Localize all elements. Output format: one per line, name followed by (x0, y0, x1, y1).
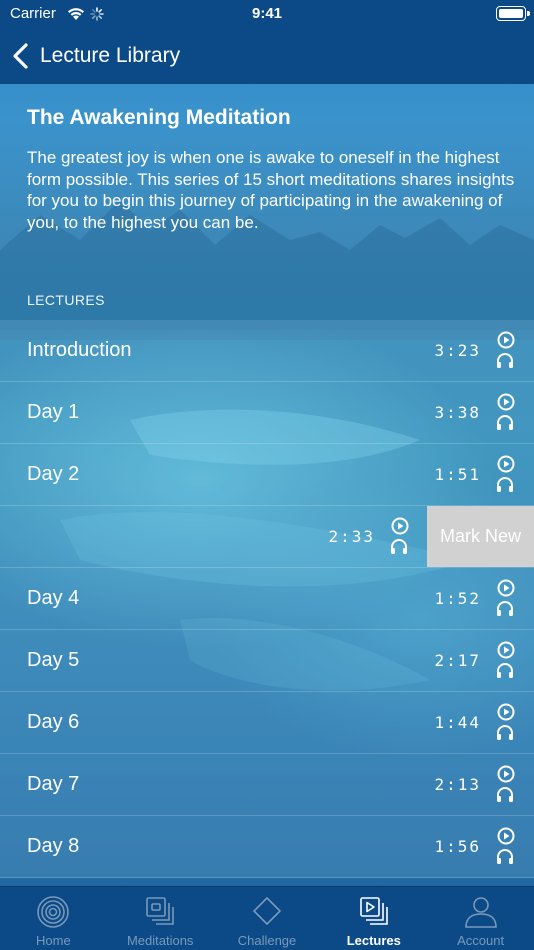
tab-label: Challenge (237, 933, 297, 948)
navigation-bar: Lecture Library (0, 28, 534, 84)
tab-bar: Home Meditations Challenge Lectures Acco… (0, 886, 534, 950)
tab-label: Account (457, 933, 505, 948)
tab-home[interactable]: Home (0, 887, 107, 950)
lecture-duration: 2:13 (434, 775, 481, 794)
play-icon[interactable] (497, 455, 515, 473)
back-label: Lecture Library (40, 44, 181, 67)
stacked-play-icon (359, 897, 388, 925)
lecture-duration: 1:51 (434, 465, 481, 484)
lecture-row[interactable]: Day 4 1:52 (0, 568, 534, 630)
lecture-title: Day 8 (27, 835, 80, 857)
status-bar: Carrier 9:41 (0, 0, 534, 28)
tab-label: Lectures (346, 933, 401, 948)
lecture-duration: 2:33 (328, 527, 375, 546)
series-header: The Awakening Meditation The greatest jo… (0, 84, 534, 320)
series-description: The greatest joy is when one is awake to… (27, 148, 515, 232)
headphones-icon[interactable] (495, 351, 515, 369)
headphones-icon[interactable] (495, 661, 515, 679)
headphones-icon[interactable] (495, 475, 515, 493)
lecture-row[interactable]: Day 5 2:17 (0, 630, 534, 692)
play-icon[interactable] (391, 517, 409, 535)
lecture-row-swiped[interactable]: 2:33 Mark New (0, 506, 534, 568)
play-icon[interactable] (497, 703, 515, 721)
lecture-title: Day 4 (27, 587, 80, 609)
chevron-left-icon (12, 43, 30, 69)
lecture-title: Day 6 (27, 711, 80, 733)
diamond-icon (253, 897, 281, 925)
stacked-squares-icon (146, 897, 174, 925)
lecture-title: Introduction (27, 339, 132, 361)
play-icon[interactable] (497, 827, 515, 845)
lecture-list[interactable]: Introduction 3:23 Day 1 3:38 Day 2 1:51 … (0, 320, 534, 886)
play-icon[interactable] (497, 393, 515, 411)
lecture-title: Day 1 (27, 401, 80, 423)
lecture-row[interactable]: Day 7 2:13 (0, 754, 534, 816)
lecture-row[interactable]: Day 6 1:44 (0, 692, 534, 754)
mark-new-button[interactable]: Mark New (427, 506, 534, 567)
lecture-title: Day 2 (27, 463, 80, 485)
headphones-icon[interactable] (495, 785, 515, 803)
lecture-duration: 3:38 (434, 403, 481, 422)
headphones-icon[interactable] (389, 537, 409, 555)
tab-lectures[interactable]: Lectures (320, 887, 427, 950)
headphones-icon[interactable] (495, 723, 515, 741)
battery-icon (496, 6, 530, 21)
headphones-icon[interactable] (495, 599, 515, 617)
back-button[interactable]: Lecture Library (12, 40, 180, 72)
lecture-duration: 1:56 (434, 837, 481, 856)
tab-challenge[interactable]: Challenge (214, 887, 321, 950)
status-time: 9:41 (251, 5, 283, 22)
lecture-duration: 1:44 (434, 713, 481, 732)
play-icon[interactable] (497, 331, 515, 349)
person-icon (464, 897, 497, 928)
lecture-duration: 1:52 (434, 589, 481, 608)
concentric-circles-icon (37, 896, 70, 928)
play-icon[interactable] (497, 579, 515, 597)
series-title: The Awakening Meditation (27, 106, 291, 129)
headphones-icon[interactable] (495, 847, 515, 865)
play-icon[interactable] (497, 765, 515, 783)
lecture-duration: 3:23 (434, 341, 481, 360)
play-icon[interactable] (497, 641, 515, 659)
tab-account[interactable]: Account (427, 887, 534, 950)
lecture-duration: 2:17 (434, 651, 481, 670)
lecture-title: Day 5 (27, 649, 80, 671)
lecture-row[interactable]: Day 1 3:38 (0, 382, 534, 444)
tab-label: Home (36, 933, 71, 948)
lectures-section-header: LECTURES (27, 292, 105, 308)
lecture-title: Day 7 (27, 773, 80, 795)
headphones-icon[interactable] (495, 413, 515, 431)
tab-label: Meditations (126, 933, 194, 948)
lecture-row[interactable]: Day 2 1:51 (0, 444, 534, 506)
lecture-row[interactable]: Day 8 1:56 (0, 816, 534, 878)
lecture-row[interactable]: Introduction 3:23 (0, 320, 534, 382)
tab-meditations[interactable]: Meditations (107, 887, 214, 950)
